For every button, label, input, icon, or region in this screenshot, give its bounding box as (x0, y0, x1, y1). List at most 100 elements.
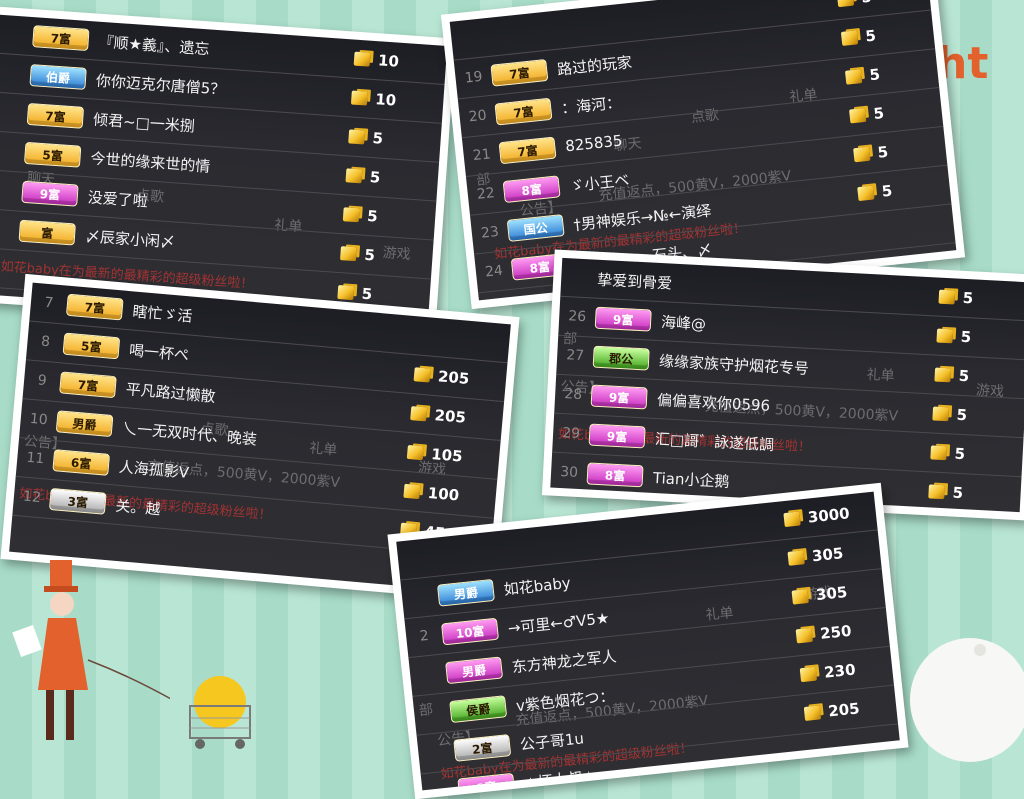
leaderboard-panel: 部 礼单 游戏 公告】 充值返点，500黄V，2000紫V 如花baby在为最新… (550, 257, 1024, 513)
leaderboard-list: 挚爱到骨爱 5 26 9富 海峰@ 5 27 郡公 缘缘家族守护烟花专号 5 28 9富 偏偏喜欢你05… (550, 257, 1024, 513)
coin-amount: 5 (849, 98, 942, 126)
coin-value: 5 (864, 26, 877, 46)
leaderboard-list: 3000 男爵 如花baby 305 2 10富 →可里←♂V5★ 305 男爵 东方神龙之军人 2… (396, 491, 900, 791)
rank-number (398, 557, 434, 561)
rank-badge: 郡公 (592, 345, 650, 371)
gold-coin-icon (930, 445, 948, 461)
rank-badge: 7富 (59, 371, 117, 399)
rank-number: 22 (476, 185, 496, 203)
rank-number: 7 (43, 294, 55, 312)
gold-coin-icon (932, 406, 950, 422)
coin-amount: 5 (930, 443, 1023, 466)
rank-number (402, 596, 438, 600)
rank-number: 29 (561, 425, 581, 443)
coin-value: 230 (823, 660, 857, 682)
rank-badge: 8富 (586, 462, 644, 488)
coin-value: 5 (363, 245, 376, 265)
user-name[interactable]: 缘缘家族守护烟花专号 (659, 350, 936, 385)
coin-amount: 5 (844, 59, 938, 87)
coin-amount: 5 (342, 205, 436, 229)
coin-amount: 5 (934, 366, 1024, 389)
gold-coin-icon (840, 30, 859, 46)
rank-badge: 国公 (506, 214, 565, 242)
gold-coin-icon (406, 444, 424, 461)
rank-number (0, 111, 27, 114)
coin-value: 105 (430, 445, 464, 466)
rank-number (11, 535, 47, 538)
rank-number (410, 673, 446, 677)
coin-amount: 305 (791, 579, 884, 607)
coin-value: 5 (371, 129, 384, 148)
rank-number (0, 34, 33, 37)
coin-amount: 5 (345, 166, 438, 190)
coin-amount: 5 (853, 137, 946, 165)
rank-badge: 侯爵 (449, 695, 508, 723)
rank-badge: 7富 (498, 136, 557, 165)
coin-value: 5 (880, 181, 894, 201)
rank-badge: 6富 (52, 449, 111, 476)
gold-coin-icon (350, 90, 368, 106)
leaderboard-panel: 聊天 点歌 礼单 部 公告】 充值返点，500黄V，2000紫V 如花baby在… (449, 0, 957, 301)
gold-coin-icon (799, 666, 818, 683)
rank-number: 9 (37, 372, 48, 390)
gold-coin-icon (936, 328, 954, 344)
rank-number (419, 751, 455, 755)
user-name[interactable]: 海峰@ (661, 311, 938, 346)
gold-coin-icon (403, 483, 421, 500)
coin-amount: 205 (413, 365, 506, 391)
gold-coin-icon (413, 367, 431, 383)
coin-amount: 5 (936, 327, 1024, 350)
rank-badge: 伯爵 (29, 64, 87, 90)
rank-badge: 9富 (21, 180, 79, 207)
coin-amount: 5 (340, 244, 433, 268)
coin-value: 10 (374, 90, 397, 110)
rank-number (0, 189, 22, 192)
coin-amount: 100 (403, 482, 496, 508)
gold-coin-icon (857, 185, 875, 202)
rank-badge: 10富 (441, 617, 500, 646)
leaderboard-list: 7富 『顺★義』、遗忘 10 伯爵 你你迈克尔唐僧5？ 10 7富 倾君~□一米捌 5 5富 今世的… (0, 14, 448, 319)
rank-badge: 7富 (494, 97, 553, 126)
coin-amount: 5 (857, 176, 950, 204)
gold-coin-icon (340, 246, 357, 262)
rank-number: 8 (40, 333, 51, 351)
gold-coin-icon (934, 367, 952, 383)
rank-badge: 男爵 (55, 410, 114, 438)
rank-number (561, 277, 597, 279)
coin-amount: 105 (406, 443, 500, 469)
coin-amount: 10 (350, 88, 444, 112)
gold-coin-icon (348, 129, 366, 145)
user-name[interactable]: 汇□謌゛詠遂低調 (654, 427, 931, 462)
coin-value: 305 (815, 582, 849, 605)
coin-value: 5 (868, 65, 881, 85)
gold-coin-icon (836, 0, 855, 8)
boy-with-cart-illustration (12, 560, 170, 740)
rank-badge: 9富 (588, 423, 646, 449)
user-name[interactable]: 偏偏喜欢你0596 (657, 389, 934, 424)
rank-number: 2 (419, 627, 430, 645)
rank-badge: 5富 (62, 332, 121, 360)
rank-badge: 5富 (23, 141, 82, 168)
gold-coin-icon (938, 289, 956, 305)
coin-amount: 5 (932, 404, 1024, 427)
coin-value: 3000 (807, 504, 851, 527)
coin-value: 250 (819, 621, 853, 643)
coin-value: 5 (369, 167, 381, 187)
coin-amount: 5 (836, 0, 930, 9)
coin-value: 5 (958, 366, 970, 386)
gold-coin-icon (787, 550, 805, 566)
leaderboard-card-4: 部 礼单 游戏 公告】 充值返点，500黄V，2000紫V 如花baby在为最新… (541, 249, 1024, 521)
gold-coin-icon (342, 207, 360, 223)
rank-number: 21 (472, 146, 492, 165)
rank-number: 23 (480, 223, 500, 242)
rank-badge: 富 (18, 219, 76, 246)
gold-coin-icon (783, 511, 801, 528)
coin-value: 5 (860, 0, 872, 7)
gold-coin-icon (353, 51, 371, 67)
rank-badge: 男爵 (445, 656, 504, 685)
coin-amount: 5 (938, 288, 1024, 311)
rank-number: 24 (484, 262, 504, 281)
rank-number (0, 267, 17, 270)
white-cat-illustration (910, 638, 1024, 762)
rank-badge: 7富 (32, 25, 90, 51)
